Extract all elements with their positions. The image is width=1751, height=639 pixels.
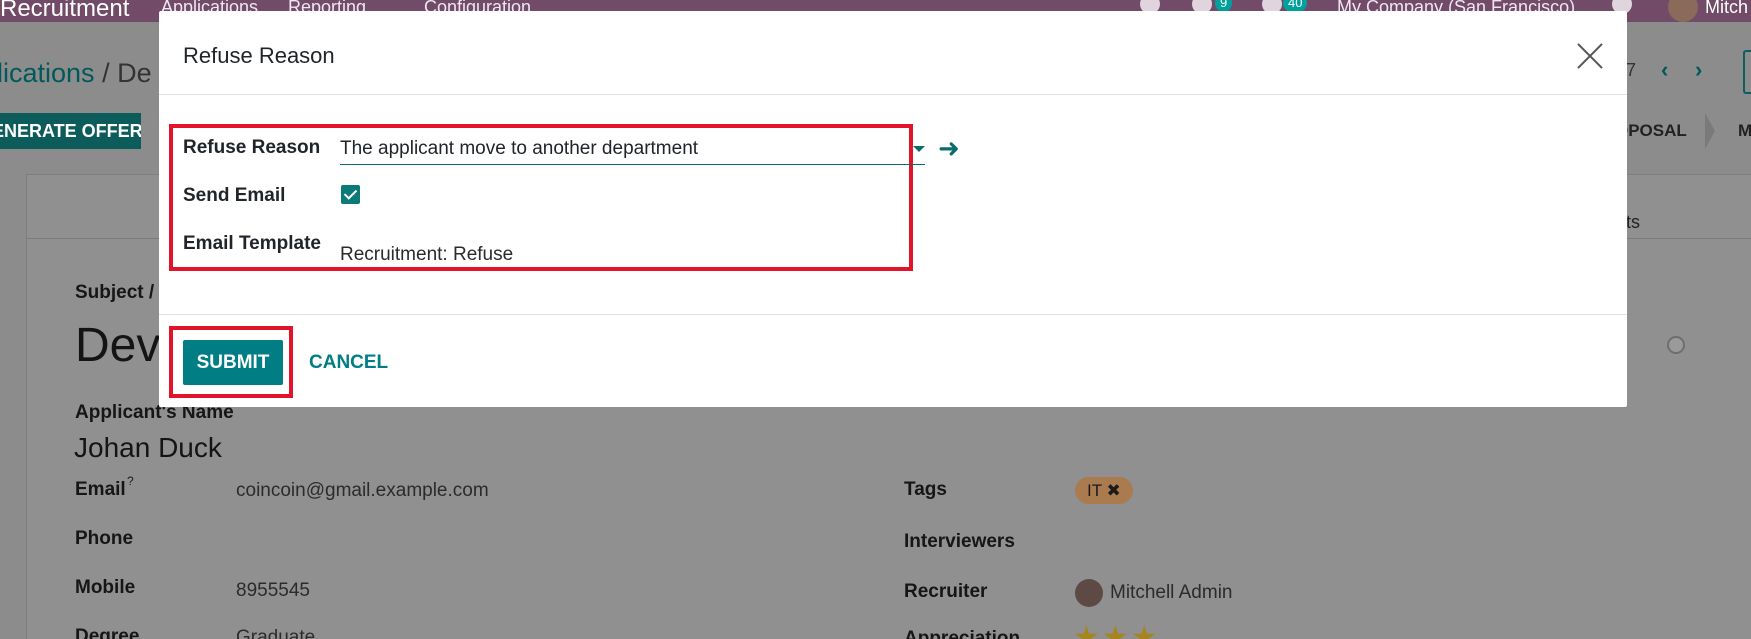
email-value[interactable]: coincoin@gmail.example.com [236,480,489,502]
stage-next[interactable]: M [1738,121,1751,141]
degree-value[interactable]: Graduate [236,627,315,639]
new-button[interactable] [1743,50,1751,94]
tag-it-badge[interactable]: IT ✖ [1075,477,1133,504]
mobile-label: Mobile [75,577,136,598]
user-name[interactable]: Mitch [1705,0,1748,18]
stage-divider [1705,113,1715,149]
refuse-reason-label: Refuse Reason [183,137,321,158]
dialog-footer-divider [159,314,1627,315]
breadcrumb: plications / De [0,58,152,89]
caret-down-icon[interactable] [913,146,925,152]
subject-title[interactable]: Dev [75,318,160,373]
email-help-icon[interactable]: ? [127,474,134,488]
submit-button[interactable]: SUBMIT [183,340,283,385]
priority-status-dot[interactable] [1667,336,1685,354]
refuse-reason-dialog: Refuse Reason Refuse Reason The applican… [159,11,1627,407]
breadcrumb-separator: / [102,58,110,88]
email-template-label: Email Template [183,233,321,254]
user-avatar[interactable] [1668,0,1698,22]
refuse-reason-value: The applicant move to another department [340,138,699,159]
dialog-header: Refuse Reason [159,11,1627,95]
breadcrumb-current: De [117,58,152,88]
send-email-label: Send Email [183,185,286,206]
arrow-right-icon[interactable]: ➜ [938,135,960,161]
send-email-checkbox[interactable] [341,185,360,204]
recruiter-avatar [1075,579,1103,607]
appreciation-stars[interactable]: ★★★ [1073,620,1160,639]
subject-label: Subject / [75,282,155,303]
generate-offer-button[interactable]: ENERATE OFFER [0,113,141,149]
app-title[interactable]: Recruitment [0,0,129,22]
email-template-value[interactable]: Recruitment: Refuse [340,244,513,266]
degree-label: Degree [75,626,140,639]
refuse-reason-select[interactable]: The applicant move to another department [340,133,925,165]
mobile-value[interactable]: 8955545 [236,580,310,602]
phone-label: Phone [75,528,134,549]
recruiter-label: Recruiter [904,581,988,602]
breadcrumb-applications[interactable]: plications [0,58,95,88]
dialog-title: Refuse Reason [183,43,335,68]
tags-label: Tags [904,479,947,500]
chevron-left-icon[interactable]: ‹ [1661,57,1668,83]
interviewers-label: Interviewers [904,531,1015,552]
applicant-name-value[interactable]: Johan Duck [74,432,222,464]
recruiter-value[interactable]: Mitchell Admin [1110,582,1233,604]
email-label: Email [75,479,126,500]
chevron-right-icon[interactable]: › [1695,57,1702,83]
cancel-button[interactable]: CANCEL [301,340,396,385]
appreciation-label: Appreciation [904,628,1021,639]
close-icon[interactable] [1575,41,1605,71]
